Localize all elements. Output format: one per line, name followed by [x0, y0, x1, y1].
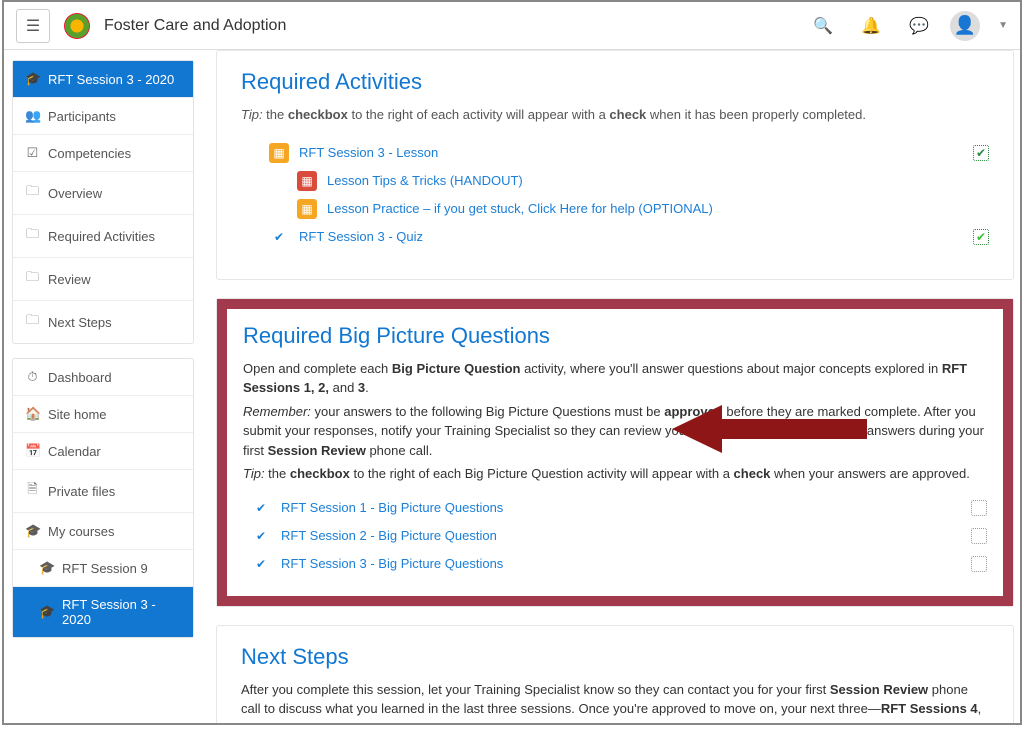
nav-label: Competencies [48, 146, 131, 161]
activity-icon: ▦ [297, 199, 317, 219]
big-picture-intro: Open and complete each Big Picture Quest… [243, 359, 987, 398]
required-activities-section: Required Activities Tip: the checkbox to… [216, 50, 1014, 280]
big-picture-row: ✔ RFT Session 2 - Big Picture Question ✔ [243, 522, 987, 550]
sidebar-item[interactable]: 🗀 Required Activities [13, 214, 193, 257]
nav-icon: 👥 [25, 108, 40, 124]
sidebar-item[interactable]: 🏠 Site home [13, 395, 193, 432]
sidebar: 🎓 RFT Session 3 - 2020 👥 Participants ☑ Compe… [4, 50, 202, 723]
nav-icon: 🎓 [39, 560, 54, 576]
activity-row: ✔ RFT Session 3 - Quiz ✔ [261, 223, 989, 251]
nav-label: RFT Session 3 - 2020 [62, 597, 181, 627]
main-content: Required Activities Tip: the checkbox to… [202, 50, 1020, 723]
sidebar-item[interactable]: 🗎 Private files [13, 469, 193, 512]
big-picture-row: ✔ RFT Session 1 - Big Picture Questions ✔ [243, 494, 987, 522]
big-picture-section: Required Big Picture Questions Open and … [216, 298, 1014, 607]
nav-label: Participants [48, 109, 116, 124]
nav-icon: 🎓 [39, 604, 54, 620]
next-steps-section: Next Steps After you complete this sessi… [216, 625, 1014, 724]
nav-icon: ☑ [25, 145, 40, 161]
sidebar-item[interactable]: 🗀 Overview [13, 171, 193, 214]
activity-icon: ▦ [297, 171, 317, 191]
topbar: ☰ Foster Care and Adoption 🔍 🔔 💬 👤 ▼ [4, 2, 1020, 50]
nav-icon: 🗎 [25, 480, 40, 502]
quiz-icon: ✔ [251, 498, 271, 518]
nav-icon: 🗀 [25, 268, 40, 290]
next-steps-body: After you complete this session, let you… [241, 680, 989, 724]
big-picture-tip: Tip: the checkbox to the right of each B… [243, 464, 987, 484]
nav-label: RFT Session 9 [62, 561, 148, 576]
nav-icon: ⏱ [25, 369, 40, 385]
nav-icon: 🏠 [25, 406, 40, 422]
activity-row: ▦ RFT Session 3 - Lesson ✔ [261, 139, 989, 167]
avatar[interactable]: 👤 [950, 11, 980, 41]
sidebar-item[interactable]: 🗀 Next Steps [13, 300, 193, 343]
section-tip: Tip: the checkbox to the right of each a… [241, 105, 989, 125]
big-picture-remember: Remember: your answers to the following … [243, 402, 987, 461]
sidebar-item[interactable]: 🎓 My courses [13, 512, 193, 549]
nav-label: Dashboard [48, 370, 112, 385]
activity-link[interactable]: RFT Session 3 - Quiz [299, 229, 423, 244]
completion-checkbox: ✔ [971, 528, 987, 544]
notifications-icon[interactable]: 🔔 [854, 9, 888, 43]
sidebar-item[interactable]: 📅 Calendar [13, 432, 193, 469]
activity-link[interactable]: Lesson Practice – if you get stuck, Clic… [327, 201, 713, 216]
messages-icon[interactable]: 💬 [902, 9, 936, 43]
big-picture-link[interactable]: RFT Session 1 - Big Picture Questions [281, 500, 503, 515]
nav-icon: 🗀 [25, 311, 40, 333]
big-picture-link[interactable]: RFT Session 3 - Big Picture Questions [281, 556, 503, 571]
sidebar-item[interactable]: ☑ Competencies [13, 134, 193, 171]
quiz-icon: ✔ [251, 526, 271, 546]
big-picture-row: ✔ RFT Session 3 - Big Picture Questions ✔ [243, 550, 987, 578]
big-picture-link[interactable]: RFT Session 2 - Big Picture Question [281, 528, 497, 543]
hamburger-button[interactable]: ☰ [16, 9, 50, 43]
completion-checkbox: ✔ [973, 145, 989, 161]
nav-label: Overview [48, 186, 102, 201]
sidebar-item[interactable]: 🎓 RFT Session 3 - 2020 [13, 61, 193, 97]
activity-row: ▦ Lesson Tips & Tricks (HANDOUT) [289, 167, 989, 195]
search-icon[interactable]: 🔍 [806, 9, 840, 43]
sidebar-item[interactable]: ⏱ Dashboard [13, 359, 193, 395]
nav-label: Site home [48, 407, 107, 422]
sidebar-item[interactable]: 🗀 Review [13, 257, 193, 300]
nav-label: Review [48, 272, 91, 287]
sidebar-item[interactable]: 🎓 RFT Session 3 - 2020 [13, 586, 193, 637]
activity-link[interactable]: RFT Session 3 - Lesson [299, 145, 438, 160]
completion-checkbox: ✔ [971, 500, 987, 516]
nav-icon: 📅 [25, 443, 40, 459]
nav-icon: 🎓 [25, 71, 40, 87]
completion-checkbox: ✔ [971, 556, 987, 572]
user-menu-caret[interactable]: ▼ [998, 20, 1008, 31]
section-title: Required Activities [241, 69, 989, 95]
nav-label: My courses [48, 524, 114, 539]
nav-icon: 🎓 [25, 523, 40, 539]
quiz-icon: ✔ [251, 554, 271, 574]
page-title: Foster Care and Adoption [104, 17, 286, 35]
activity-row: ▦ Lesson Practice – if you get stuck, Cli… [289, 195, 989, 223]
nav-label: Required Activities [48, 229, 155, 244]
section-title: Required Big Picture Questions [243, 323, 987, 349]
activity-icon: ✔ [269, 227, 289, 247]
nav-icon: 🗀 [25, 182, 40, 204]
completion-checkbox: ✔ [973, 229, 989, 245]
brand-logo [64, 13, 90, 39]
nav-label: RFT Session 3 - 2020 [48, 72, 174, 87]
nav-label: Private files [48, 484, 115, 499]
nav-icon: 🗀 [25, 225, 40, 247]
nav-label: Calendar [48, 444, 101, 459]
sidebar-item[interactable]: 👥 Participants [13, 97, 193, 134]
activity-link[interactable]: Lesson Tips & Tricks (HANDOUT) [327, 173, 523, 188]
section-title: Next Steps [241, 644, 989, 670]
nav-label: Next Steps [48, 315, 112, 330]
activity-icon: ▦ [269, 143, 289, 163]
sidebar-item[interactable]: 🎓 RFT Session 9 [13, 549, 193, 586]
tip-label: Tip: [241, 107, 263, 122]
